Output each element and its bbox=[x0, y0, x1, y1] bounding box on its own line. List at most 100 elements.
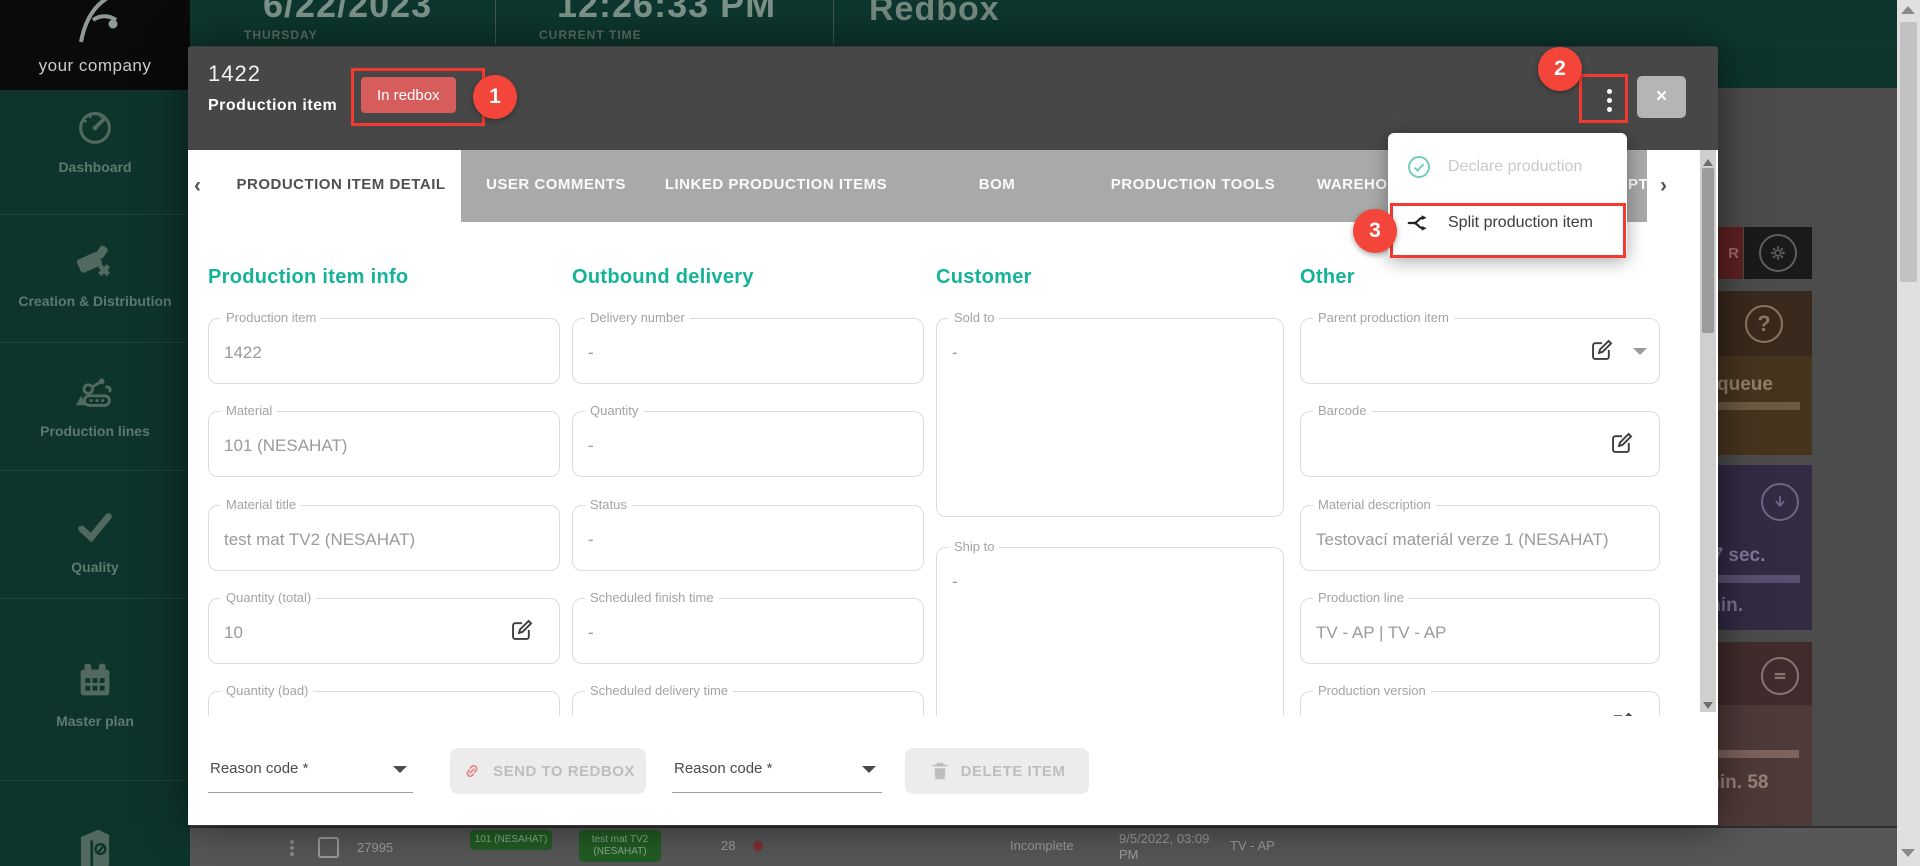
tab-bom[interactable]: BOM bbox=[979, 176, 1016, 193]
section-title: Customer bbox=[936, 266, 1032, 289]
field-production-item: Production item1422 bbox=[208, 318, 560, 384]
toolbar-remnant bbox=[1716, 46, 1897, 88]
sidebar-item-label: Quality bbox=[0, 559, 190, 575]
edit-icon[interactable] bbox=[1608, 430, 1635, 457]
sidebar-item-label: Master plan bbox=[0, 713, 190, 729]
scroll-down-icon[interactable] bbox=[1901, 849, 1915, 857]
queue-label: queue bbox=[1717, 374, 1773, 396]
modal-scrollbar[interactable] bbox=[1700, 150, 1716, 712]
edit-icon[interactable] bbox=[508, 617, 535, 644]
field-label: Quantity bbox=[585, 403, 643, 418]
sidebar-item-quality: Quality bbox=[0, 504, 190, 575]
modal-content: Production item info Production item1422 M… bbox=[188, 222, 1688, 716]
download-icon bbox=[1761, 483, 1799, 521]
minutes-label: min. bbox=[1716, 595, 1743, 617]
divider bbox=[0, 470, 190, 471]
sidebar-item-label: Dashboard bbox=[0, 159, 190, 175]
field-scheduled-delivery-time: Scheduled delivery time bbox=[572, 691, 924, 716]
calendar-icon bbox=[72, 658, 118, 704]
date-weekday: THURSDAY bbox=[244, 28, 318, 42]
field-label: Quantity (total) bbox=[221, 590, 316, 605]
minutes2-label: min. 58 bbox=[1716, 772, 1768, 794]
field-quantity-bad-: Quantity (bad) bbox=[208, 691, 560, 716]
scroll-up-icon[interactable] bbox=[1901, 6, 1915, 14]
annotation-step-3: 3 bbox=[1353, 209, 1397, 253]
progress-bar bbox=[1716, 402, 1800, 410]
close-button[interactable]: × bbox=[1637, 76, 1686, 118]
reason-code-select-2[interactable]: Reason code * bbox=[672, 746, 882, 793]
background-queue-panel: queue bbox=[1716, 356, 1812, 455]
field-label: Production line bbox=[1313, 590, 1409, 605]
field-value: - bbox=[588, 623, 594, 643]
tab-production-item-detail[interactable]: PRODUCTION ITEM DETAIL bbox=[236, 176, 445, 193]
field-label: Status bbox=[585, 497, 632, 512]
field-scheduled-finish-time: Scheduled finish time- bbox=[572, 598, 924, 664]
kebab-menu-button[interactable] bbox=[1592, 80, 1626, 120]
company-name: your company bbox=[0, 56, 190, 76]
annotation-step-1: 1 bbox=[473, 75, 517, 119]
field-quantity-total-: Quantity (total)10 bbox=[208, 598, 560, 664]
reason-code-label: Reason code * bbox=[674, 760, 772, 777]
background-help-panel: ? bbox=[1716, 291, 1812, 356]
scroll-up-icon[interactable] bbox=[1703, 159, 1713, 166]
tab-receipt-end[interactable]: PT bbox=[1628, 176, 1648, 193]
tab-user-comments[interactable]: USER COMMENTS bbox=[486, 176, 626, 193]
row-datetime: 9/5/2022, 03:09 PM bbox=[1119, 831, 1215, 863]
section-title: Production item info bbox=[208, 266, 408, 289]
tab-scroll-right-icon[interactable]: › bbox=[1660, 174, 1667, 198]
field-value: 10 bbox=[224, 623, 243, 643]
menu-item-split-production-item[interactable]: Split production item bbox=[1388, 195, 1627, 251]
sidebar-item-label: Creation & Distribution bbox=[0, 293, 190, 309]
background-orders-panel: min. 58 bbox=[1716, 642, 1812, 832]
background-downtime-panel: 57 sec. min. bbox=[1716, 465, 1812, 630]
send-to-redbox-label: SEND TO REDBOX bbox=[493, 763, 635, 780]
field-material-description: Material descriptionTestovací materiál v… bbox=[1300, 505, 1660, 571]
field-label: Material description bbox=[1313, 497, 1436, 512]
tab-production-tools[interactable]: PRODUCTION TOOLS bbox=[1111, 176, 1275, 193]
delete-item-button: DELETE ITEM bbox=[905, 748, 1089, 794]
sidebar-item-label: Production lines bbox=[0, 423, 190, 439]
split-icon bbox=[1406, 210, 1432, 236]
modal-scrollbar-thumb[interactable] bbox=[1702, 168, 1714, 333]
field-value: - bbox=[588, 343, 594, 363]
time-text: 12:26:33 PM bbox=[557, 0, 776, 26]
tab-linked-production-items[interactable]: LINKED PRODUCTION ITEMS bbox=[665, 176, 887, 193]
scroll-down-icon[interactable] bbox=[1703, 702, 1713, 709]
reason-code-select-1[interactable]: Reason code * bbox=[208, 746, 413, 793]
page-title: Redbox bbox=[869, 0, 1000, 29]
check-icon bbox=[72, 504, 118, 550]
question-icon: ? bbox=[1745, 305, 1783, 343]
row-id: 27995 bbox=[357, 840, 393, 855]
menu-item-label: Split production item bbox=[1448, 214, 1593, 232]
tab-scroll-left-icon[interactable]: ‹ bbox=[194, 174, 201, 198]
field-value: - bbox=[588, 530, 594, 550]
divider bbox=[0, 598, 190, 599]
field-label: Ship to bbox=[949, 539, 999, 554]
menu-item-label: Declare production bbox=[1448, 158, 1582, 176]
field-label: Quantity (bad) bbox=[221, 683, 313, 698]
field-production-version: Production version bbox=[1300, 691, 1660, 716]
sidebar-item-creation-distribution: Creation & Distribution bbox=[0, 238, 190, 309]
chevron-down-icon[interactable] bbox=[1633, 348, 1647, 355]
background-red-button: R bbox=[1716, 227, 1743, 279]
tab-warehouse[interactable]: WAREHOU bbox=[1317, 176, 1399, 193]
section-title: Other bbox=[1300, 266, 1355, 289]
page-scrollbar-thumb[interactable] bbox=[1900, 22, 1917, 282]
page-scrollbar[interactable] bbox=[1897, 0, 1920, 866]
tools-icon bbox=[72, 238, 118, 284]
field-production-line: Production lineTV - AP | TV - AP bbox=[1300, 598, 1660, 664]
top-bar: 6/22/2023 THURSDAY 12:26:33 PM CURRENT T… bbox=[0, 0, 1920, 46]
production-line-icon bbox=[72, 368, 118, 414]
field-label: Scheduled delivery time bbox=[585, 683, 733, 698]
field-label: Barcode bbox=[1313, 403, 1371, 418]
field-barcode: Barcode bbox=[1300, 411, 1660, 477]
link-icon bbox=[461, 760, 483, 782]
divider bbox=[0, 342, 190, 343]
edit-icon[interactable] bbox=[1588, 337, 1615, 364]
field-label: Production item bbox=[221, 310, 321, 325]
divider bbox=[833, 0, 834, 44]
sidebar: Dashboard Creation & Distribution Produc… bbox=[0, 46, 190, 866]
sidebar-item-production-lines: Production lines bbox=[0, 368, 190, 439]
modal-footer: Reason code * SEND TO REDBOX Reason code… bbox=[188, 716, 1700, 825]
dashboard-icon bbox=[72, 104, 118, 150]
